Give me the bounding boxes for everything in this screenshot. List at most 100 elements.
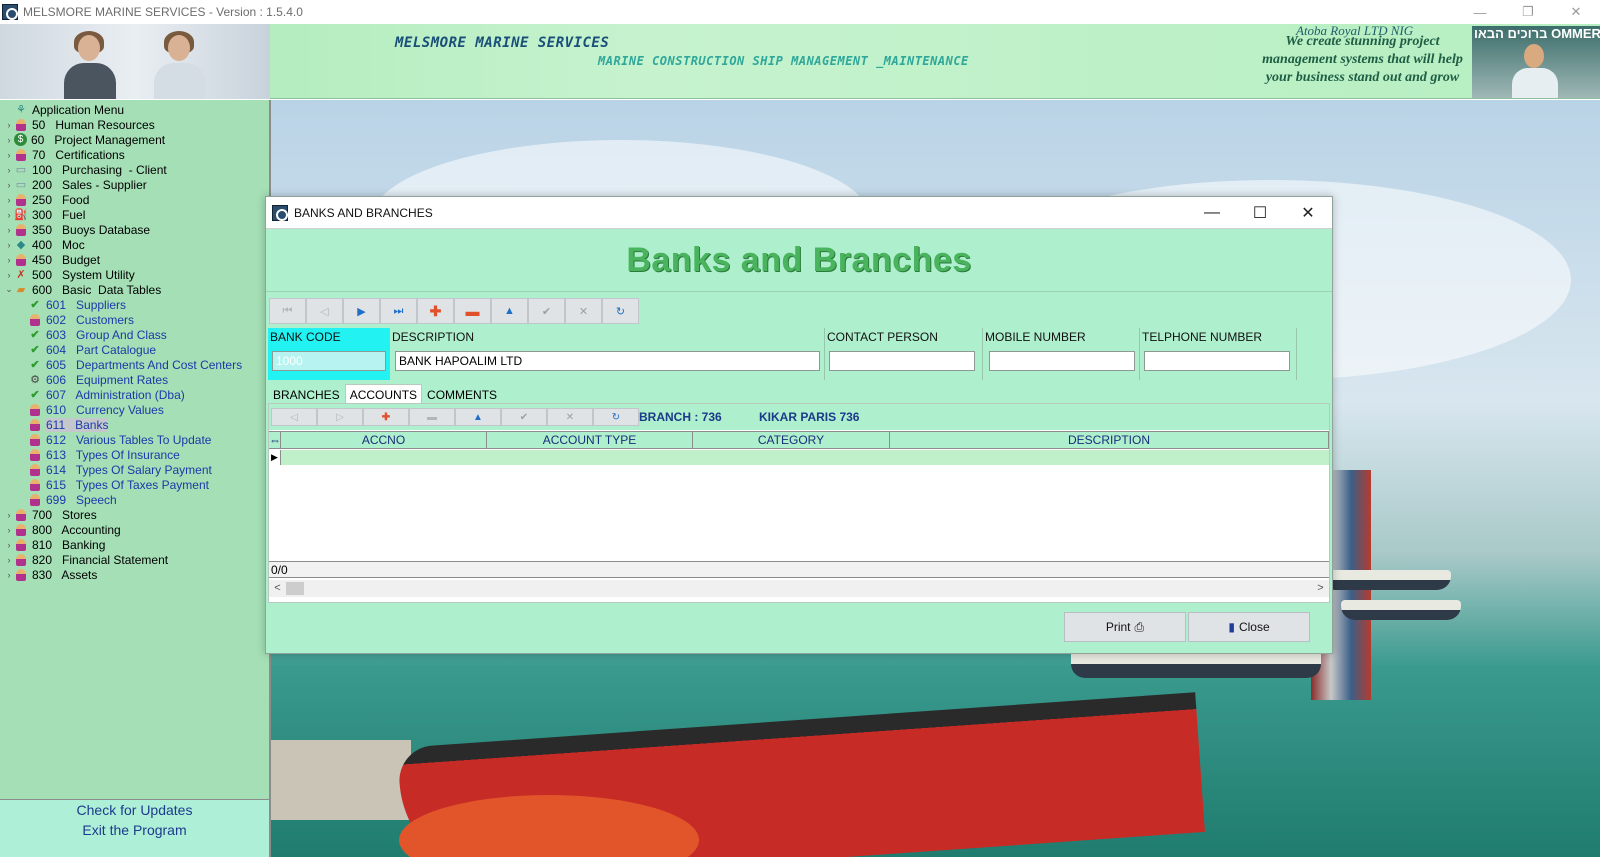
- menu-item[interactable]: 699 Speech: [0, 492, 269, 507]
- menu-item[interactable]: › 800 Accounting: [0, 522, 269, 537]
- dialog-maximize-button[interactable]: ☐: [1236, 197, 1284, 229]
- grid-corner-icon[interactable]: ⇔: [269, 432, 281, 449]
- tab-accounts[interactable]: ACCOUNTS: [344, 384, 423, 404]
- telephone-number-input[interactable]: [1144, 351, 1290, 371]
- menu-item[interactable]: › 810 Banking: [0, 537, 269, 552]
- menu-item[interactable]: 614 Types Of Salary Payment: [0, 462, 269, 477]
- menu-item[interactable]: › 450 Budget: [0, 252, 269, 267]
- sub-delete-button[interactable]: ▬: [409, 408, 455, 426]
- menu-item-label: 500 System Utility: [32, 267, 135, 282]
- sub-refresh-button[interactable]: ↻: [593, 408, 639, 426]
- expand-icon[interactable]: ›: [4, 270, 14, 280]
- dialog-minimize-button[interactable]: —: [1188, 197, 1236, 229]
- menu-item[interactable]: › 350 Buoys Database: [0, 222, 269, 237]
- menu-item[interactable]: ⚘ Application Menu: [0, 102, 269, 117]
- expand-icon[interactable]: ›: [4, 255, 14, 265]
- sub-post-button[interactable]: ✔: [501, 408, 547, 426]
- tab-branches[interactable]: BRANCHES: [268, 384, 345, 404]
- menu-item[interactable]: › 830 Assets: [0, 567, 269, 582]
- close-button[interactable]: ▮ Close: [1188, 612, 1310, 642]
- menu-item[interactable]: › $60 Project Management: [0, 132, 269, 147]
- menu-item[interactable]: › ▭ 100 Purchasing - Client: [0, 162, 269, 177]
- exit-program-link[interactable]: Exit the Program: [0, 820, 269, 840]
- first-record-button[interactable]: ⏮: [269, 298, 306, 324]
- menu-item[interactable]: ⚙ 606 Equipment Rates: [0, 372, 269, 387]
- contact-person-input[interactable]: [829, 351, 975, 371]
- expand-icon[interactable]: ›: [4, 210, 14, 220]
- scroll-thumb[interactable]: [286, 582, 304, 595]
- dialog-close-button[interactable]: ✕: [1284, 197, 1332, 229]
- expand-icon[interactable]: ›: [4, 135, 14, 145]
- check-updates-link[interactable]: Check for Updates: [0, 800, 269, 820]
- table-row[interactable]: ▶: [269, 450, 1329, 465]
- expand-icon[interactable]: ›: [4, 165, 14, 175]
- restore-button[interactable]: ❐: [1504, 0, 1552, 24]
- refresh-button[interactable]: ↻: [602, 298, 639, 324]
- sub-add-button[interactable]: ✚: [363, 408, 409, 426]
- expand-icon[interactable]: ›: [4, 510, 14, 520]
- menu-item[interactable]: › ⛽ 300 Fuel: [0, 207, 269, 222]
- close-window-button[interactable]: ✕: [1552, 0, 1600, 24]
- menu-item[interactable]: 615 Types Of Taxes Payment: [0, 477, 269, 492]
- next-record-button[interactable]: ▶: [343, 298, 380, 324]
- menu-item[interactable]: › 700 Stores: [0, 507, 269, 522]
- column-header-description[interactable]: DESCRIPTION: [890, 432, 1329, 449]
- scroll-right-icon[interactable]: >: [1312, 580, 1329, 597]
- previous-record-button[interactable]: ◁: [306, 298, 343, 324]
- bank-code-input[interactable]: [272, 351, 386, 371]
- menu-item[interactable]: 610 Currency Values: [0, 402, 269, 417]
- column-header-category[interactable]: CATEGORY: [693, 432, 890, 449]
- menu-item[interactable]: 602 Customers: [0, 312, 269, 327]
- expand-icon[interactable]: ›: [4, 150, 14, 160]
- banner-slogan: We create stunning project management sy…: [1262, 34, 1463, 85]
- edit-record-button[interactable]: ▲: [491, 298, 528, 324]
- scroll-left-icon[interactable]: <: [269, 580, 286, 597]
- delete-record-button[interactable]: ▬: [454, 298, 491, 324]
- menu-item[interactable]: › ▭ 200 Sales - Supplier: [0, 177, 269, 192]
- menu-item[interactable]: ✔ 604 Part Catalogue: [0, 342, 269, 357]
- expand-icon[interactable]: ›: [4, 180, 14, 190]
- menu-item[interactable]: ✔ 605 Departments And Cost Centers: [0, 357, 269, 372]
- menu-item-label: 604 Part Catalogue: [46, 342, 157, 357]
- sub-next-button[interactable]: ▷: [317, 408, 363, 426]
- expand-icon[interactable]: ›: [4, 120, 14, 130]
- menu-item[interactable]: › ◆ 400 Moc: [0, 237, 269, 252]
- menu-item[interactable]: › 70 Certifications: [0, 147, 269, 162]
- expand-icon[interactable]: ›: [4, 540, 14, 550]
- column-header-accno[interactable]: ACCNO: [281, 432, 487, 449]
- sub-edit-button[interactable]: ▲: [455, 408, 501, 426]
- column-header-account-type[interactable]: ACCOUNT TYPE: [487, 432, 693, 449]
- menu-item[interactable]: 611 Banks: [0, 417, 269, 432]
- menu-item[interactable]: › ✗ 500 System Utility: [0, 267, 269, 282]
- banner-business-photo: [0, 24, 270, 99]
- menu-item[interactable]: › 250 Food: [0, 192, 269, 207]
- add-record-button[interactable]: ✚: [417, 298, 454, 324]
- expand-icon[interactable]: ›: [4, 240, 14, 250]
- print-button[interactable]: Print ⎙: [1064, 612, 1186, 642]
- expand-icon[interactable]: ›: [4, 525, 14, 535]
- menu-item[interactable]: ✔ 601 Suppliers: [0, 297, 269, 312]
- expand-icon[interactable]: ›: [4, 555, 14, 565]
- cancel-edit-button[interactable]: ✕: [565, 298, 602, 324]
- tab-comments[interactable]: COMMENTS: [422, 384, 502, 404]
- mobile-number-input[interactable]: [989, 351, 1135, 371]
- expand-icon[interactable]: ›: [4, 570, 14, 580]
- menu-item[interactable]: 613 Types Of Insurance: [0, 447, 269, 462]
- sub-cancel-button[interactable]: ✕: [547, 408, 593, 426]
- post-edit-button[interactable]: ✔: [528, 298, 565, 324]
- sub-previous-button[interactable]: ◁: [271, 408, 317, 426]
- description-label: DESCRIPTION: [392, 330, 475, 344]
- menu-item[interactable]: 612 Various Tables To Update: [0, 432, 269, 447]
- expand-icon[interactable]: ›: [4, 195, 14, 205]
- menu-item[interactable]: ✔ 607 Administration (Dba): [0, 387, 269, 402]
- menu-item[interactable]: ⌄ ▰ 600 Basic Data Tables: [0, 282, 269, 297]
- expand-icon[interactable]: ›: [4, 225, 14, 235]
- menu-item[interactable]: › 50 Human Resources: [0, 117, 269, 132]
- last-record-button[interactable]: ⏭: [380, 298, 417, 324]
- description-input[interactable]: [395, 351, 820, 371]
- horizontal-scrollbar[interactable]: < >: [269, 580, 1329, 597]
- collapse-icon[interactable]: ⌄: [4, 284, 14, 295]
- menu-item[interactable]: › 820 Financial Statement: [0, 552, 269, 567]
- minimize-button[interactable]: —: [1456, 0, 1504, 24]
- menu-item[interactable]: ✔ 603 Group And Class: [0, 327, 269, 342]
